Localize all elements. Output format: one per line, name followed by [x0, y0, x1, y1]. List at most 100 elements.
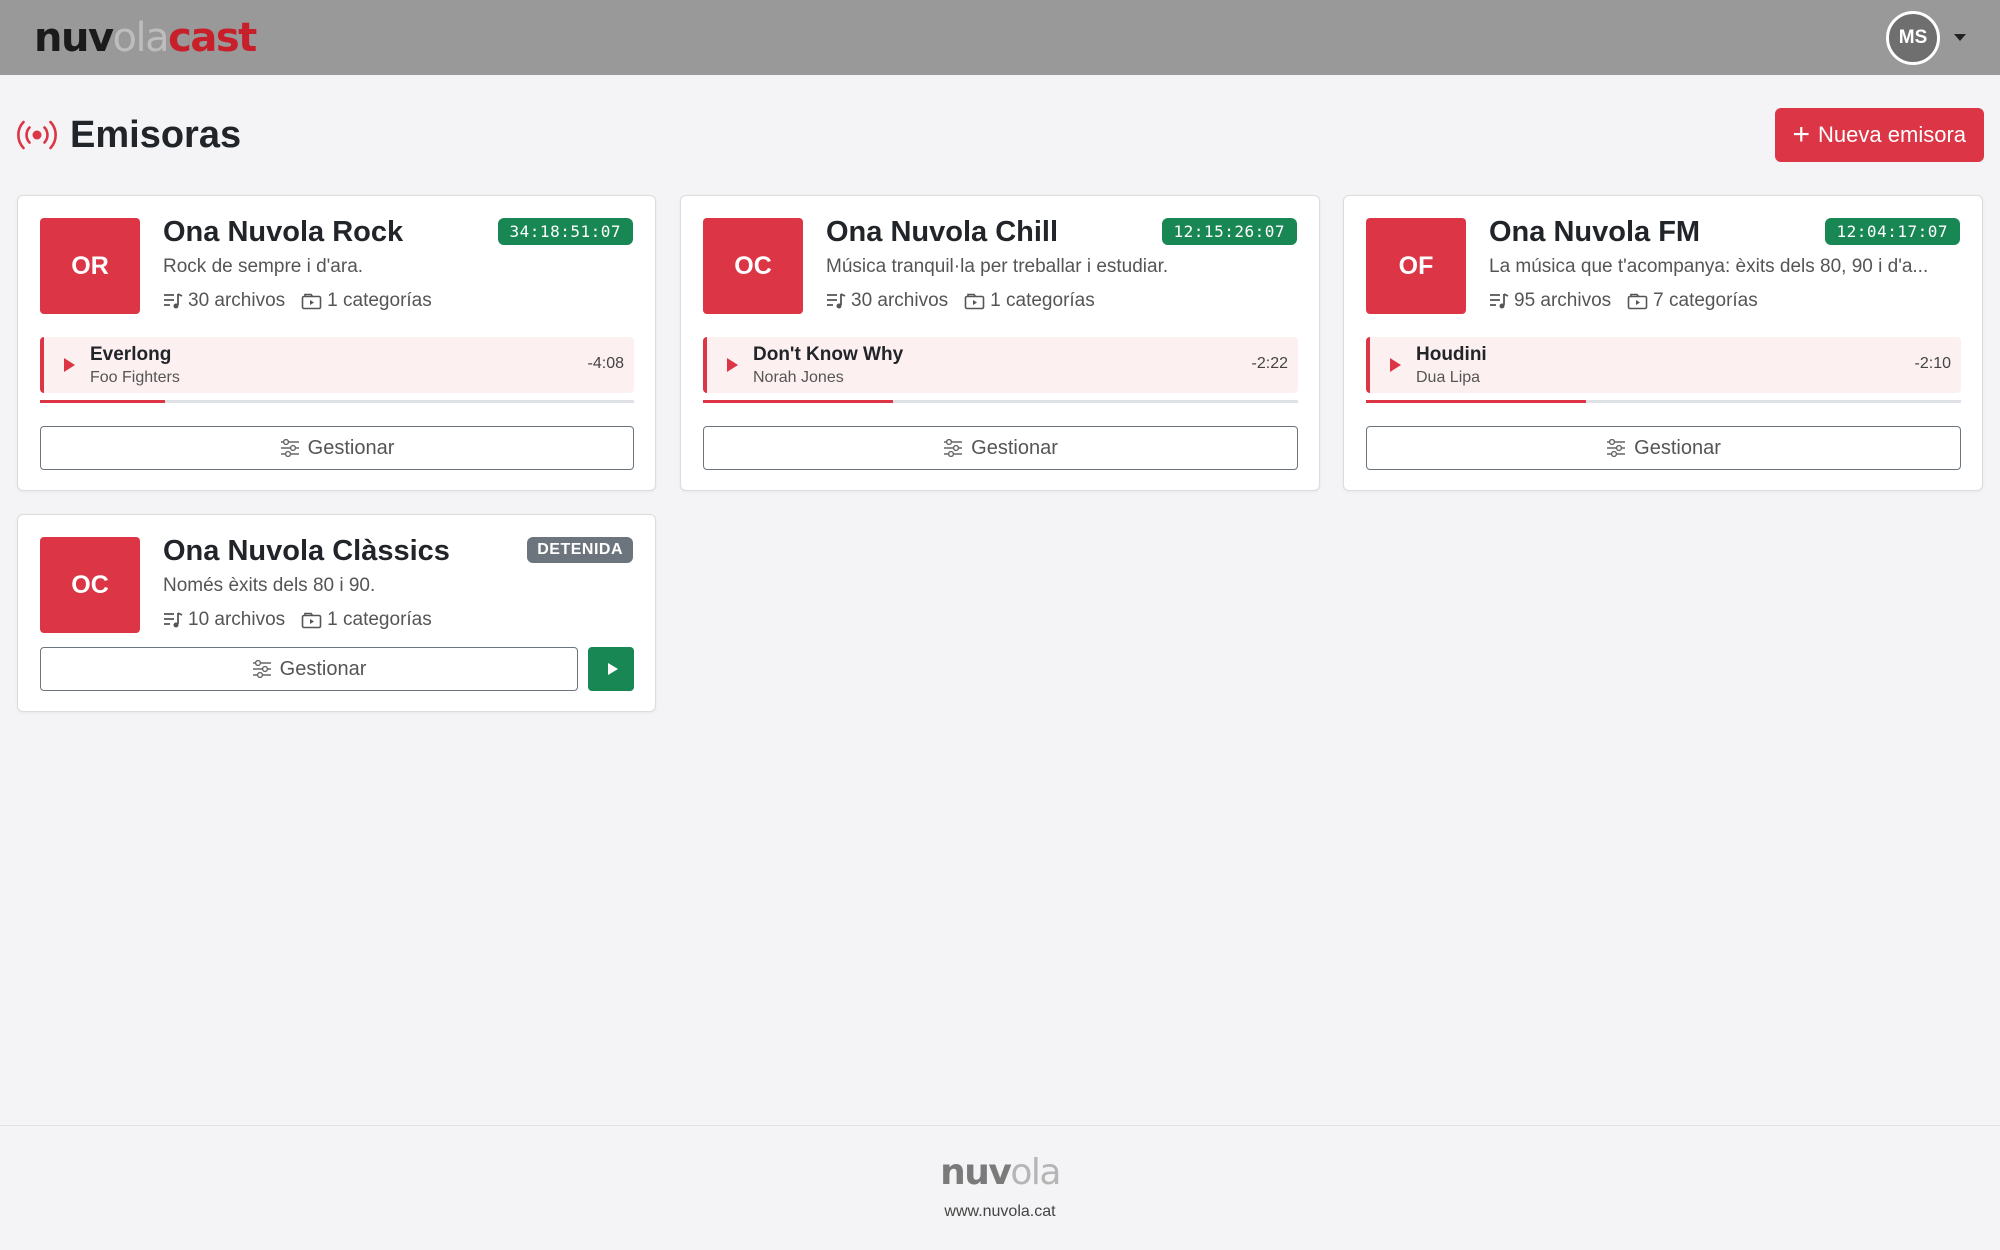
station-description: La música que t'acompanya: èxits dels 80… — [1489, 256, 1929, 277]
folder-icon — [301, 293, 322, 310]
files-count-label: 30 archivos — [851, 290, 949, 311]
now-playing-title: Don't Know Why — [753, 344, 904, 365]
manage-label: Gestionar — [1634, 436, 1721, 459]
station-logo[interactable]: OR — [40, 218, 140, 314]
station-description: Rock de sempre i d'ara. — [163, 256, 364, 277]
categories-count-label: 1 categorías — [327, 290, 432, 311]
station-card: OF Ona Nuvola FM 12:04:17:07 La música q… — [1343, 195, 1983, 491]
avatar[interactable]: MS — [1886, 10, 1940, 65]
station-card: OR Ona Nuvola Rock 34:18:51:07 Rock de s… — [17, 195, 656, 491]
footer-logo-part-ola: ola — [1010, 1152, 1061, 1193]
folder-icon — [301, 612, 322, 629]
files-count-label: 10 archivos — [188, 609, 286, 630]
now-playing: Everlong Foo Fighters -4:08 — [40, 337, 634, 393]
station-description: Només èxits dels 80 i 90. — [163, 575, 376, 596]
page-header: Emisoras + Nueva emisora — [16, 108, 1984, 162]
remaining-time: -2:22 — [1251, 355, 1288, 372]
categories-count-label: 7 categorías — [1653, 290, 1758, 311]
station-name: Ona Nuvola Chill — [826, 216, 1059, 248]
progress-bar — [40, 400, 634, 403]
manage-label: Gestionar — [971, 436, 1058, 459]
categories-count: 1 categorías — [301, 290, 432, 312]
remaining-time: -4:08 — [587, 355, 624, 372]
now-playing-artist: Dua Lipa — [1416, 369, 1481, 386]
broadcast-icon — [17, 120, 57, 150]
playlist-icon — [1490, 293, 1509, 309]
now-playing: Don't Know Why Norah Jones -2:22 — [703, 337, 1298, 393]
station-name: Ona Nuvola Rock — [163, 216, 404, 248]
chevron-down-icon[interactable] — [1954, 34, 1966, 41]
progress-fill — [703, 400, 894, 403]
station-logo[interactable]: OF — [1366, 218, 1466, 314]
station-meta: 30 archivos 1 categorías — [163, 290, 432, 312]
now-playing: Houdini Dua Lipa -2:10 — [1366, 337, 1961, 393]
files-count: 30 archivos — [826, 290, 948, 312]
categories-count: 1 categorías — [964, 290, 1095, 312]
footer-logo-part-nuv: nuv — [940, 1152, 1012, 1193]
manage-button[interactable]: Gestionar — [40, 426, 634, 470]
playlist-icon — [827, 293, 846, 309]
footer-url[interactable]: www.nuvola.cat — [0, 1203, 2000, 1221]
now-playing-artist: Foo Fighters — [90, 369, 180, 386]
manage-button[interactable]: Gestionar — [703, 426, 1298, 470]
new-station-label: Nueva emisora — [1818, 122, 1966, 147]
logo-part-ola: ola — [112, 14, 170, 61]
station-name: Ona Nuvola FM — [1489, 216, 1701, 248]
now-playing-title: Everlong — [90, 344, 172, 365]
categories-count-label: 1 categorías — [990, 290, 1095, 311]
plus-icon: + — [1792, 118, 1811, 151]
playlist-icon — [164, 612, 183, 628]
play-icon — [607, 663, 618, 675]
page-title: Emisoras — [70, 113, 242, 156]
files-count: 95 archivos — [1489, 290, 1611, 312]
station-card: OC Ona Nuvola Clàssics DETENIDA Només èx… — [17, 514, 656, 712]
progress-bar — [1366, 400, 1961, 403]
progress-fill — [1366, 400, 1587, 403]
progress-bar — [703, 400, 1298, 403]
files-count-label: 30 archivos — [188, 290, 286, 311]
manage-button[interactable]: Gestionar — [1366, 426, 1961, 470]
logo-part-nuv: nuv — [34, 14, 114, 61]
play-icon — [727, 358, 738, 372]
folder-icon — [1627, 293, 1648, 310]
play-icon — [1390, 358, 1401, 372]
files-count: 30 archivos — [163, 290, 285, 312]
sliders-icon — [252, 660, 271, 678]
top-navbar: nuvolacast MS — [0, 0, 2000, 75]
new-station-button[interactable]: + Nueva emisora — [1774, 108, 1984, 162]
now-playing-artist: Norah Jones — [753, 369, 844, 386]
categories-count: 7 categorías — [1627, 290, 1758, 312]
sliders-icon — [944, 439, 963, 457]
footer: nuvola www.nuvola.cat — [0, 1125, 2000, 1250]
categories-count: 1 categorías — [301, 609, 432, 631]
station-logo[interactable]: OC — [703, 218, 803, 314]
sliders-icon — [280, 439, 299, 457]
folder-icon — [964, 293, 985, 310]
nuvolacast-logo[interactable]: nuvolacast — [34, 14, 257, 61]
start-station-button[interactable] — [588, 647, 634, 691]
playlist-icon — [164, 293, 183, 309]
status-badge: 12:15:26:07 — [1161, 218, 1297, 245]
categories-count-label: 1 categorías — [327, 609, 432, 630]
station-meta: 95 archivos 7 categorías — [1489, 290, 1758, 312]
logo-part-cast: cast — [168, 14, 257, 61]
status-badge: 34:18:51:07 — [497, 218, 633, 245]
play-icon — [64, 358, 75, 372]
station-meta: 10 archivos 1 categorías — [163, 609, 432, 631]
station-logo[interactable]: OC — [40, 537, 140, 633]
remaining-time: -2:10 — [1914, 355, 1951, 372]
now-playing-title: Houdini — [1416, 344, 1487, 365]
user-menu[interactable]: MS — [1886, 10, 1966, 65]
files-count: 10 archivos — [163, 609, 285, 631]
nuvola-footer-logo[interactable]: nuvola — [0, 1152, 2000, 1193]
files-count-label: 95 archivos — [1514, 290, 1612, 311]
station-card: OC Ona Nuvola Chill 12:15:26:07 Música t… — [680, 195, 1320, 491]
station-description: Música tranquil·la per treballar i estud… — [826, 256, 1169, 277]
manage-button[interactable]: Gestionar — [40, 647, 578, 691]
status-badge: DETENIDA — [527, 537, 633, 563]
manage-label: Gestionar — [279, 657, 367, 680]
station-meta: 30 archivos 1 categorías — [826, 290, 1095, 312]
station-name: Ona Nuvola Clàssics — [163, 535, 450, 567]
sliders-icon — [1607, 439, 1626, 457]
manage-label: Gestionar — [307, 436, 395, 459]
